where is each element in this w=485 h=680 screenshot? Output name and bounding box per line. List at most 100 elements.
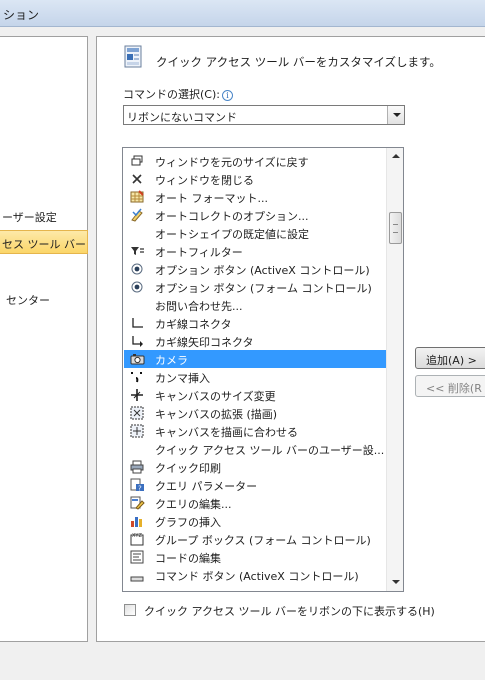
autocorrect-icon bbox=[130, 208, 145, 222]
list-item-label: グループ ボックス (フォーム コントロール) bbox=[155, 534, 371, 547]
list-item-label: カメラ bbox=[155, 354, 188, 367]
elbow-arrow-connector-icon bbox=[130, 334, 145, 348]
remove-button-label: << 削除(R bbox=[426, 382, 482, 395]
list-item-label: オートシェイプの既定値に設定 bbox=[155, 228, 309, 241]
list-item[interactable]: オートコレクトのオプション... bbox=[124, 206, 386, 224]
list-item-label: クイック アクセス ツール バーのユーザー設... bbox=[155, 444, 385, 457]
autoformat-icon bbox=[130, 190, 145, 204]
canvas-expand-icon bbox=[130, 406, 145, 420]
commands-listbox[interactable]: ウィンドウを元のサイズに戻す ウィンドウを閉じるオート フォーマット... オートコ… bbox=[122, 147, 404, 592]
comma-icon bbox=[130, 370, 145, 384]
close-window-icon bbox=[130, 172, 145, 186]
list-item[interactable]: ウィンドウを元のサイズに戻す bbox=[124, 152, 386, 170]
list-item-label: キャンバスを描画に合わせる bbox=[155, 426, 298, 439]
restore-window-icon bbox=[130, 154, 145, 168]
nav-item-user-settings[interactable]: ーザー設定 bbox=[0, 204, 88, 228]
list-item[interactable]: オプション ボタン (フォーム コントロール) bbox=[124, 278, 386, 296]
list-item[interactable]: オートシェイプの既定値に設定 bbox=[124, 224, 386, 242]
canvas-resize-icon bbox=[130, 388, 145, 402]
choose-commands-label: コマンドの選択(C): i bbox=[123, 86, 233, 102]
list-item[interactable]: オート フォーマット... bbox=[124, 188, 386, 206]
list-item-label: カンマ挿入 bbox=[155, 372, 210, 385]
edit-code-icon bbox=[130, 550, 145, 564]
window-titlebar: ション bbox=[0, 0, 485, 27]
list-item-label: キャンバスのサイズ変更 bbox=[155, 390, 276, 403]
list-item-label: お問い合わせ先... bbox=[155, 300, 243, 313]
list-item-label: キャンバスの拡張 (描画) bbox=[155, 408, 278, 421]
list-item-label: オート フォーマット... bbox=[155, 192, 268, 205]
list-item[interactable]: クエリの編集... bbox=[124, 494, 386, 512]
list-item[interactable]: お問い合わせ先... bbox=[124, 296, 386, 314]
scrollbar-thumb[interactable] bbox=[389, 212, 402, 244]
elbow-connector-icon bbox=[130, 316, 145, 330]
list-item[interactable]: グラフの挿入 bbox=[124, 512, 386, 530]
list-item-label: カギ線コネクタ bbox=[155, 318, 232, 331]
nav-item-label: セス ツール バー bbox=[2, 238, 86, 251]
list-item[interactable]: カギ線コネクタ bbox=[124, 314, 386, 332]
svg-text:XYZ: XYZ bbox=[132, 533, 142, 539]
list-item-label: コードの編集 bbox=[155, 552, 221, 565]
list-item-label: クイック印刷 bbox=[155, 462, 221, 475]
nav-item-quick-access-toolbar[interactable]: セス ツール バー bbox=[0, 230, 88, 254]
remove-button[interactable]: << 削除(R bbox=[415, 375, 485, 397]
list-item[interactable]: クイック印刷 bbox=[124, 458, 386, 476]
add-button-label: 追加(A) > bbox=[426, 354, 477, 367]
list-item-label: オプション ボタン (ActiveX コントロール) bbox=[155, 264, 370, 277]
list-item-label: オートフィルター bbox=[155, 246, 243, 259]
list-item[interactable]: XYZ グループ ボックス (フォーム コントロール) bbox=[124, 530, 386, 548]
options-nav-pane: ーザー設定 セス ツール バー センター bbox=[0, 36, 88, 642]
canvas-fit-icon bbox=[130, 424, 145, 438]
query-parameter-icon: ? bbox=[130, 478, 145, 493]
choose-commands-dropdown[interactable]: リボンにないコマンド bbox=[123, 105, 405, 125]
nav-item-label: ーザー設定 bbox=[2, 211, 57, 224]
list-item-label: オプション ボタン (フォーム コントロール) bbox=[155, 282, 372, 295]
list-item[interactable]: キャンバスのサイズ変更 bbox=[124, 386, 386, 404]
choose-commands-label-text: コマンドの選択(C): bbox=[123, 88, 220, 101]
list-item-label: ウィンドウを元のサイズに戻す bbox=[155, 156, 309, 169]
list-item[interactable]: キャンバスの拡張 (描画) bbox=[124, 404, 386, 422]
edit-query-icon bbox=[130, 496, 145, 510]
svg-text:?: ? bbox=[138, 485, 142, 493]
list-item[interactable]: カメラ bbox=[124, 350, 386, 368]
list-item[interactable]: コマンド ボタン (ActiveX コントロール) bbox=[124, 566, 386, 584]
nav-item-label: センター bbox=[6, 294, 50, 307]
list-item-label: オートコレクトのオプション... bbox=[155, 210, 309, 223]
quick-access-toolbar-icon bbox=[124, 45, 142, 68]
list-item-label: グラフの挿入 bbox=[155, 516, 221, 529]
group-box-icon: XYZ bbox=[130, 532, 145, 546]
command-button-icon bbox=[130, 568, 145, 582]
list-item[interactable]: カギ線矢印コネクタ bbox=[124, 332, 386, 350]
chart-icon bbox=[130, 514, 145, 528]
scroll-up-button[interactable] bbox=[387, 148, 403, 165]
list-item[interactable]: オートフィルター bbox=[124, 242, 386, 260]
camera-icon bbox=[130, 352, 145, 366]
listbox-scrollbar[interactable] bbox=[386, 148, 403, 591]
list-item[interactable]: キャンバスを描画に合わせる bbox=[124, 422, 386, 440]
info-icon: i bbox=[221, 89, 233, 101]
list-item-label: クエリ パラメーター bbox=[155, 480, 258, 493]
list-item-label: クエリの編集... bbox=[155, 498, 232, 511]
chevron-down-icon[interactable] bbox=[387, 106, 404, 124]
printer-icon bbox=[130, 460, 145, 474]
add-button[interactable]: 追加(A) > bbox=[415, 347, 485, 369]
list-item-label: コマンド ボタン (ActiveX コントロール) bbox=[155, 570, 359, 583]
list-item[interactable]: クイック アクセス ツール バーのユーザー設... bbox=[124, 440, 386, 458]
list-item-label: ウィンドウを閉じる bbox=[155, 174, 254, 187]
radio-button-icon bbox=[130, 262, 145, 276]
customize-panel: クイック アクセス ツール バーをカスタマイズします。 コマンドの選択(C): i… bbox=[96, 36, 485, 642]
list-item[interactable]: ウィンドウを閉じる bbox=[124, 170, 386, 188]
list-item[interactable]: オプション ボタン (ActiveX コントロール) bbox=[124, 260, 386, 278]
dropdown-value: リボンにないコマンド bbox=[127, 111, 237, 124]
show-below-ribbon-label: クイック アクセス ツール バーをリボンの下に表示する(H) bbox=[144, 605, 435, 618]
list-item[interactable]: ? クエリ パラメーター bbox=[124, 476, 386, 494]
list-item-label: カギ線矢印コネクタ bbox=[155, 336, 254, 349]
nav-item-trust-center[interactable]: センター bbox=[0, 287, 88, 311]
scroll-down-button[interactable] bbox=[387, 574, 403, 591]
show-below-ribbon-checkbox[interactable] bbox=[124, 604, 136, 616]
list-item[interactable]: カンマ挿入 bbox=[124, 368, 386, 386]
autofilter-icon bbox=[130, 244, 145, 258]
radio-button-icon bbox=[130, 280, 145, 294]
panel-header-text: クイック アクセス ツール バーをカスタマイズします。 bbox=[156, 55, 441, 69]
list-item[interactable]: コードの編集 bbox=[124, 548, 386, 566]
window-title: ション bbox=[3, 8, 40, 22]
